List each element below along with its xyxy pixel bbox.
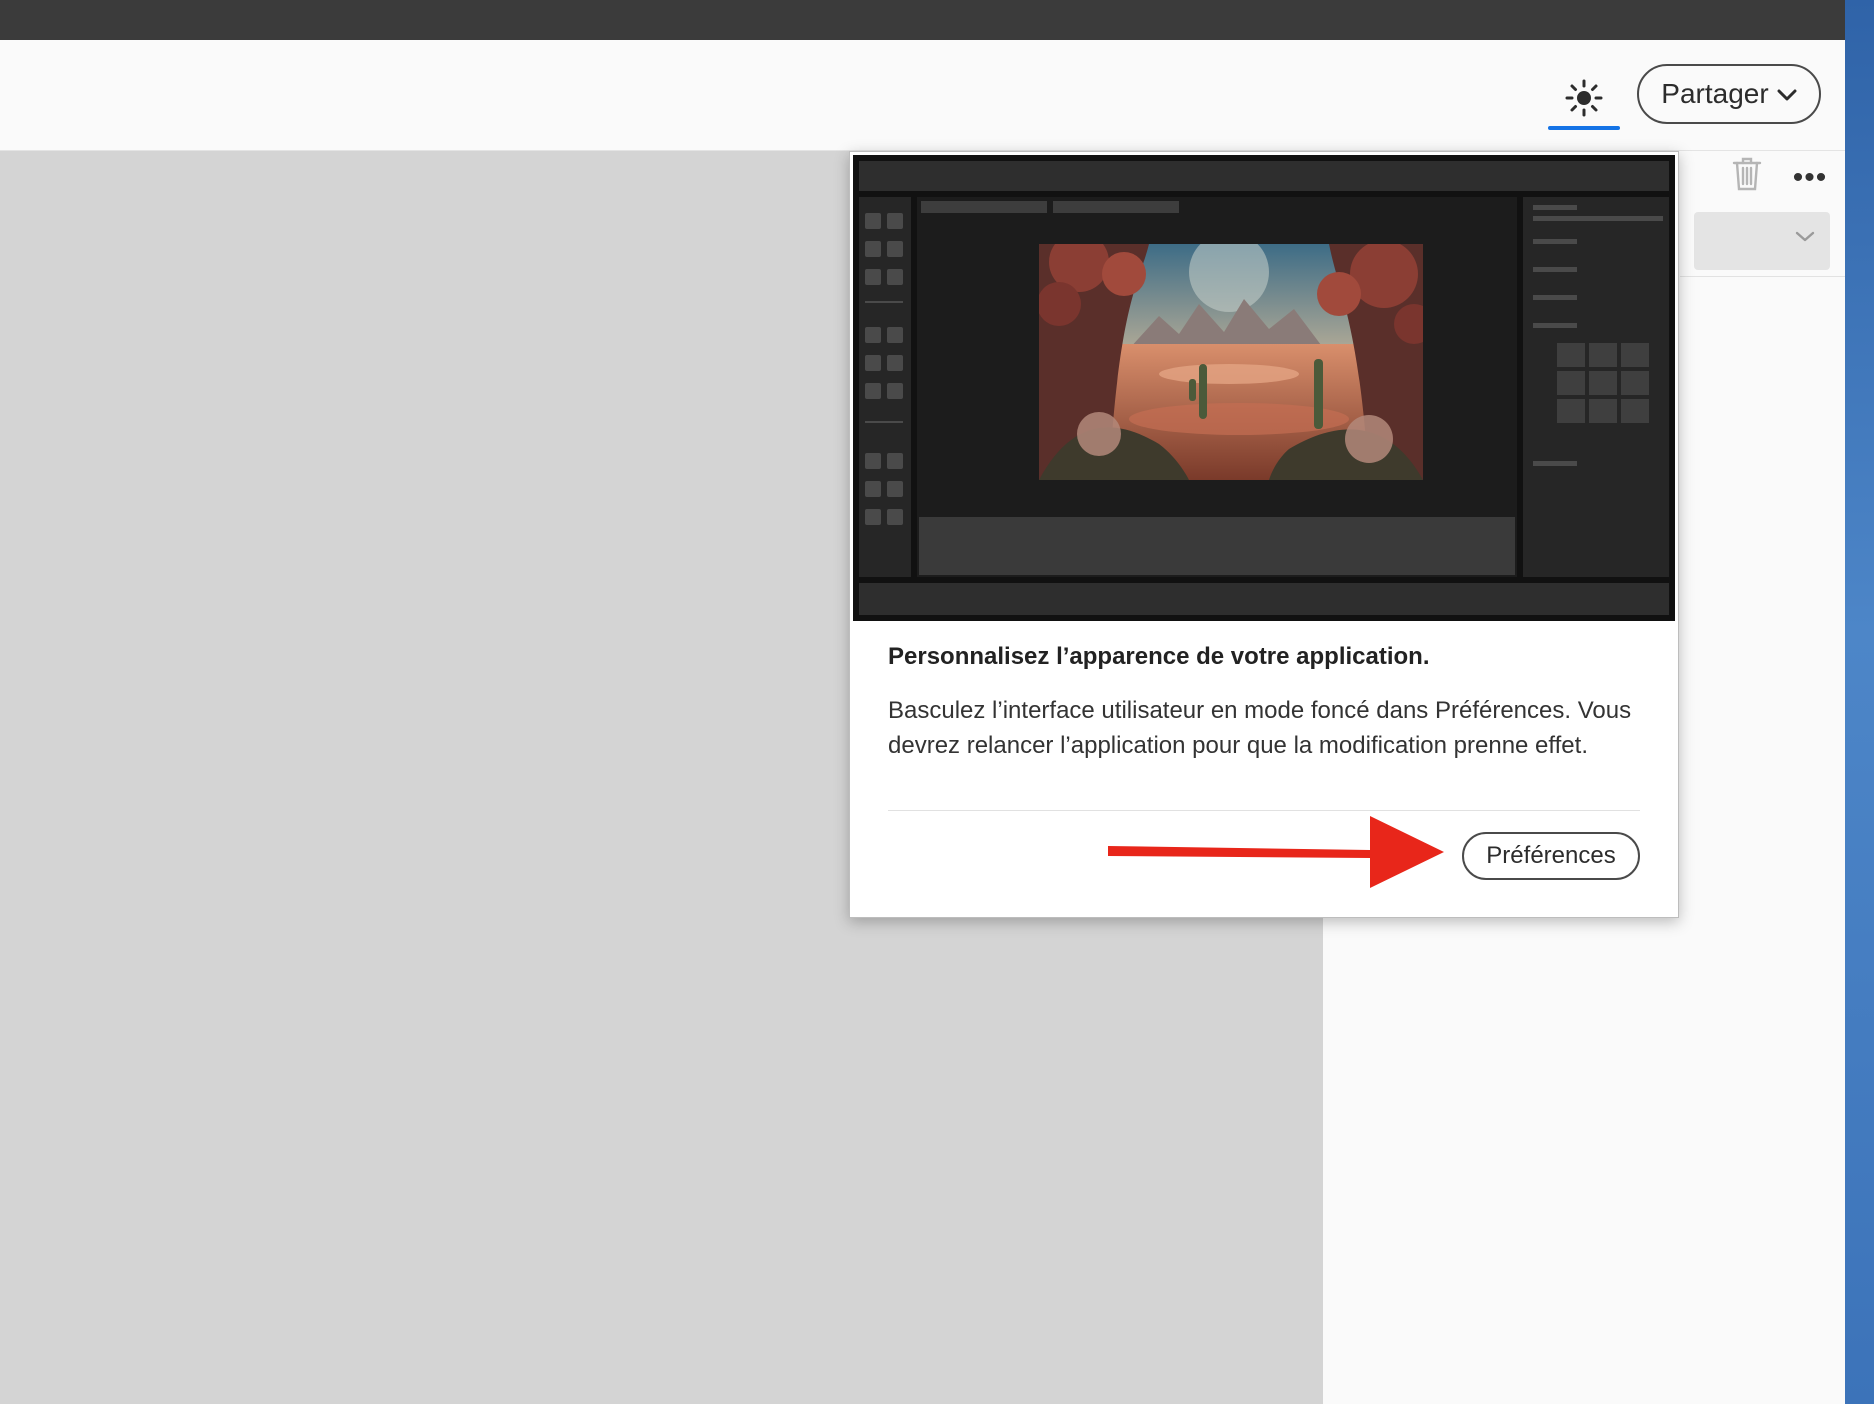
preview-panel-row [1533, 323, 1577, 328]
popover-content: Personnalisez l’apparence de votre appli… [888, 641, 1648, 763]
preview-swatch [1589, 343, 1617, 367]
preview-tool [887, 327, 903, 343]
popover-title: Personnalisez l’apparence de votre appli… [888, 643, 1430, 670]
theme-toggle-button[interactable] [1548, 70, 1620, 130]
preview-swatch [1589, 371, 1617, 395]
preview-panel-row [1533, 295, 1577, 300]
preview-swatch [1557, 399, 1585, 423]
more-options-button[interactable]: ••• [1790, 160, 1830, 196]
preview-filmstrip [919, 517, 1515, 575]
preferences-button[interactable]: Préférences [1462, 832, 1640, 880]
preview-tool [865, 481, 881, 497]
preview-tool [887, 509, 903, 525]
preview-panel-row [1533, 267, 1577, 272]
preview-tab [921, 201, 1047, 213]
preview-swatch [1557, 343, 1585, 367]
preview-panel-row [1533, 205, 1577, 210]
preview-tool [887, 241, 903, 257]
trash-icon [1732, 157, 1762, 196]
red-arrow-annotation [1108, 812, 1448, 897]
preview-tool [887, 453, 903, 469]
preview-divider [865, 421, 903, 423]
desert-landscape-image [1039, 244, 1423, 480]
preview-tool [865, 213, 881, 229]
preview-panel-row [1533, 216, 1663, 221]
preview-top-bar [859, 161, 1669, 191]
share-button[interactable]: Partager [1637, 64, 1821, 124]
chevron-down-icon [1777, 78, 1797, 110]
preview-tool [865, 327, 881, 343]
share-label: Partager [1661, 78, 1769, 109]
desktop-background [1845, 0, 1874, 1404]
popover-divider [888, 810, 1640, 811]
preview-panel-row [1533, 239, 1577, 244]
preview-divider [865, 301, 903, 303]
sun-icon [1564, 78, 1604, 123]
more-icon: ••• [1792, 161, 1828, 194]
preview-tool [887, 269, 903, 285]
preview-swatch [1557, 371, 1585, 395]
active-tab-indicator [1548, 126, 1620, 130]
preview-tool [865, 269, 881, 285]
preview-tool [865, 509, 881, 525]
preview-tool [887, 213, 903, 229]
preview-swatch [1621, 371, 1649, 395]
preview-panel-row [1533, 461, 1577, 466]
preview-tab [1053, 201, 1179, 213]
preview-tool [865, 355, 881, 371]
title-bar [0, 0, 1845, 40]
delete-button[interactable] [1730, 157, 1764, 196]
preview-tool [865, 383, 881, 399]
preview-status-bar [859, 583, 1669, 615]
preview-tool [887, 383, 903, 399]
preview-tool [865, 453, 881, 469]
preview-tool [887, 481, 903, 497]
panel-dropdown[interactable] [1694, 212, 1830, 270]
dark-mode-tip-popover: Personnalisez l’apparence de votre appli… [849, 151, 1679, 918]
preview-swatch [1621, 343, 1649, 367]
chevron-down-icon [1794, 230, 1816, 249]
preview-swatch [1589, 399, 1617, 423]
top-toolbar: Partager [0, 40, 1845, 151]
popover-description: Basculez l’interface utilisateur en mode… [888, 697, 1632, 759]
preview-tool [865, 241, 881, 257]
panel-divider [1680, 276, 1845, 277]
dark-mode-app-preview [853, 155, 1675, 621]
preview-tool [887, 355, 903, 371]
preview-swatch [1621, 399, 1649, 423]
